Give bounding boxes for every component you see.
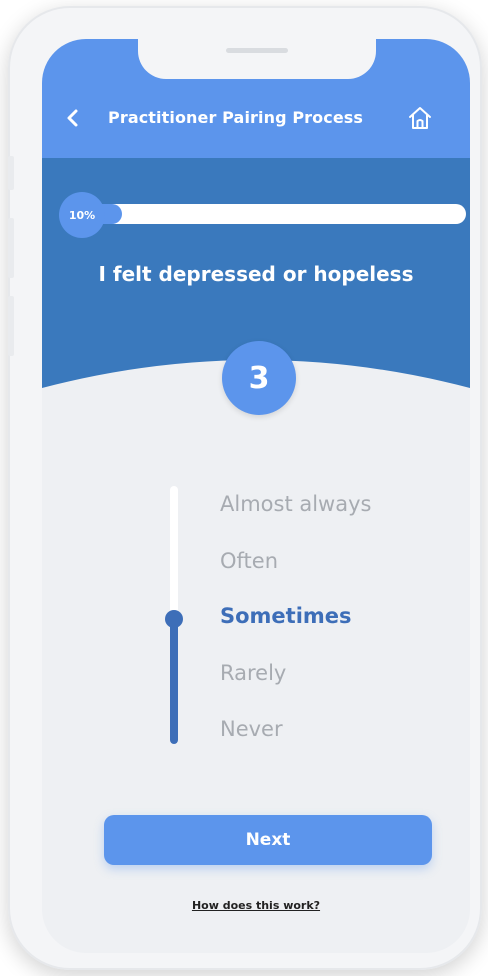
frequency-slider-thumb[interactable] — [165, 609, 183, 628]
chevron-left-icon[interactable] — [62, 107, 84, 129]
option-sometimes[interactable]: Sometimes — [220, 604, 352, 628]
volume-up-button — [8, 218, 14, 278]
progress-track — [62, 204, 466, 224]
volume-down-button — [8, 296, 14, 356]
option-rarely[interactable]: Rarely — [220, 661, 286, 685]
frequency-slider-fill — [170, 618, 178, 744]
option-often[interactable]: Often — [220, 549, 278, 573]
notch — [138, 39, 376, 79]
mute-switch — [8, 156, 14, 190]
score-value: 3 — [222, 341, 296, 415]
question-text: I felt depressed or hopeless — [98, 262, 414, 286]
how-it-works-link[interactable]: How does this work? — [42, 899, 470, 912]
option-almost-always[interactable]: Almost always — [220, 492, 371, 516]
home-icon[interactable] — [405, 103, 435, 133]
option-never[interactable]: Never — [220, 717, 283, 741]
question-panel: 10% I felt depressed or hopeless 3 — [42, 158, 470, 423]
app-screen: Practitioner Pairing Process 10% I felt … — [42, 39, 470, 953]
phone-frame: Practitioner Pairing Process 10% I felt … — [8, 6, 482, 970]
progress-percent-badge: 10% — [59, 192, 105, 238]
next-button[interactable]: Next — [104, 815, 432, 865]
page-title: Practitioner Pairing Process — [108, 108, 364, 127]
speaker-grille — [226, 48, 288, 53]
